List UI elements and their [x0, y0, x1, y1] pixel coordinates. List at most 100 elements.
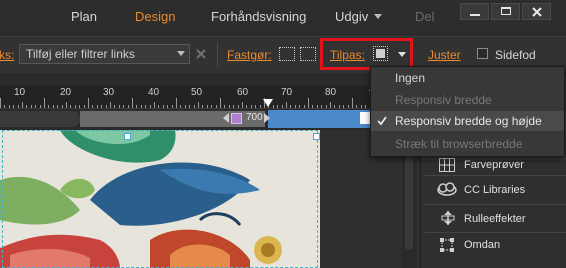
scroll-effects-icon	[441, 211, 455, 225]
ruler-tick	[361, 105, 362, 108]
menu-item-label: Stræk til browserbredde	[395, 137, 523, 151]
tab-preview[interactable]: Forhåndsvisning	[211, 9, 306, 24]
minimize-icon	[470, 14, 480, 16]
design-canvas[interactable]	[0, 130, 320, 268]
ruler-tick	[119, 105, 120, 108]
ruler-number: 40	[148, 87, 160, 98]
ruler-tick	[282, 105, 283, 108]
ruler-number: 70	[281, 87, 293, 98]
ruler-tick	[216, 105, 217, 108]
chevron-down-icon[interactable]	[374, 14, 382, 19]
ruler-tick	[31, 105, 32, 108]
ruler-tick	[40, 105, 41, 108]
menu-item-label: Ingen	[395, 71, 426, 85]
ruler-number: 60	[237, 87, 249, 98]
ruler-tick	[255, 105, 256, 108]
ruler-tick	[220, 98, 221, 108]
ruler-tick	[352, 98, 353, 108]
pin-scroll-icon[interactable]	[300, 47, 316, 61]
sidefod-checkbox[interactable]	[477, 48, 488, 59]
breakpoint-handle[interactable]	[360, 112, 370, 124]
panel-item-swatches[interactable]: Farveprøver	[464, 159, 524, 171]
ruler-tick	[202, 105, 203, 108]
selection-bounding-box[interactable]	[2, 130, 318, 268]
ruler-tick	[70, 105, 71, 108]
tilpas-dropdown-menu: Ingen Responsiv bredde Responsiv bredde …	[370, 66, 565, 157]
ruler-tick	[330, 102, 331, 108]
toolbar-spacer	[0, 73, 420, 86]
panel-item-cc-libraries[interactable]: CC Libraries	[464, 184, 525, 196]
maximize-button[interactable]	[491, 3, 520, 20]
ruler-tick	[136, 105, 137, 108]
ruler-number: 10	[14, 87, 26, 98]
ruler-tick	[158, 105, 159, 108]
menu-item-responsive-width-height[interactable]: Responsiv bredde og højde	[371, 111, 564, 131]
breakpoint-arrow-right-icon[interactable]	[263, 112, 271, 124]
breakpoint-label: 700	[246, 112, 263, 123]
ruler-tick	[154, 102, 155, 108]
links-label[interactable]: ks:	[0, 48, 14, 62]
ruler-tick	[198, 102, 199, 108]
clear-x-icon[interactable]	[196, 49, 206, 59]
transform-icon	[440, 238, 454, 252]
tab-share: Del	[415, 9, 435, 24]
ruler-tick	[123, 105, 124, 108]
ruler-tick	[365, 105, 366, 108]
ruler-tick	[326, 105, 327, 108]
tab-design[interactable]: Design	[135, 9, 175, 24]
juster-link[interactable]: Juster	[428, 48, 461, 62]
ruler-tick	[194, 105, 195, 108]
minimize-button[interactable]	[460, 3, 489, 20]
ruler-tick	[180, 105, 181, 108]
ruler-tick	[53, 105, 54, 108]
ruler-tick	[110, 102, 111, 108]
ruler-tick	[189, 105, 190, 108]
ruler-tick	[128, 105, 129, 108]
breakpoint-arrow-left-icon[interactable]	[222, 112, 230, 124]
resize-handle[interactable]	[313, 133, 320, 140]
ruler-tick	[348, 105, 349, 108]
ruler-tick	[273, 105, 274, 108]
ruler-tick	[132, 98, 133, 108]
pin-position-icon[interactable]	[279, 47, 295, 61]
ruler-tick	[48, 105, 49, 108]
ruler-tick	[176, 98, 177, 108]
top-tab-bar: Plan Design Forhåndsvisning Udgiv Del	[0, 0, 566, 34]
ruler-tick	[229, 105, 230, 108]
links-filter-placeholder: Tilføj eller filtrer links	[26, 47, 135, 61]
ruler-tick	[317, 105, 318, 108]
ruler-tick	[312, 105, 313, 108]
divider	[217, 42, 218, 66]
fastgor-label[interactable]: Fastgør:	[227, 48, 272, 62]
menu-item-none[interactable]: Ingen	[371, 68, 564, 88]
tab-plan[interactable]: Plan	[71, 9, 97, 24]
ruler-tick	[66, 102, 67, 108]
ruler-number: 50	[191, 87, 203, 98]
ruler-tick	[304, 105, 305, 108]
ruler-number: 20	[60, 87, 72, 98]
checkmark-icon	[377, 116, 387, 126]
ruler-tick	[290, 105, 291, 108]
ruler-tick	[308, 98, 309, 108]
panel-item-scroll-effects[interactable]: Rulleeffekter	[464, 213, 526, 225]
chevron-down-icon[interactable]	[177, 51, 185, 56]
maximize-icon	[501, 7, 511, 15]
ruler-marker-icon[interactable]	[263, 99, 273, 108]
panel-item-transform[interactable]: Omdan	[464, 239, 500, 251]
ruler-tick	[75, 105, 76, 108]
ruler-tick	[207, 105, 208, 108]
ruler-tick	[246, 105, 247, 108]
ruler-tick	[141, 105, 142, 108]
links-filter-input[interactable]: Tilføj eller filtrer links	[19, 44, 190, 64]
ruler-tick	[35, 105, 36, 108]
ruler-tick	[114, 105, 115, 108]
ruler-tick	[260, 105, 261, 108]
close-button[interactable]	[522, 3, 551, 20]
resize-handle[interactable]	[124, 133, 131, 140]
breakpoint-swatch[interactable]	[231, 113, 242, 124]
tab-publish[interactable]: Udgiv	[335, 9, 368, 24]
ruler-number: 80	[325, 87, 337, 98]
ruler-tick	[334, 105, 335, 108]
ruler-tick	[84, 105, 85, 108]
divider	[425, 204, 566, 205]
